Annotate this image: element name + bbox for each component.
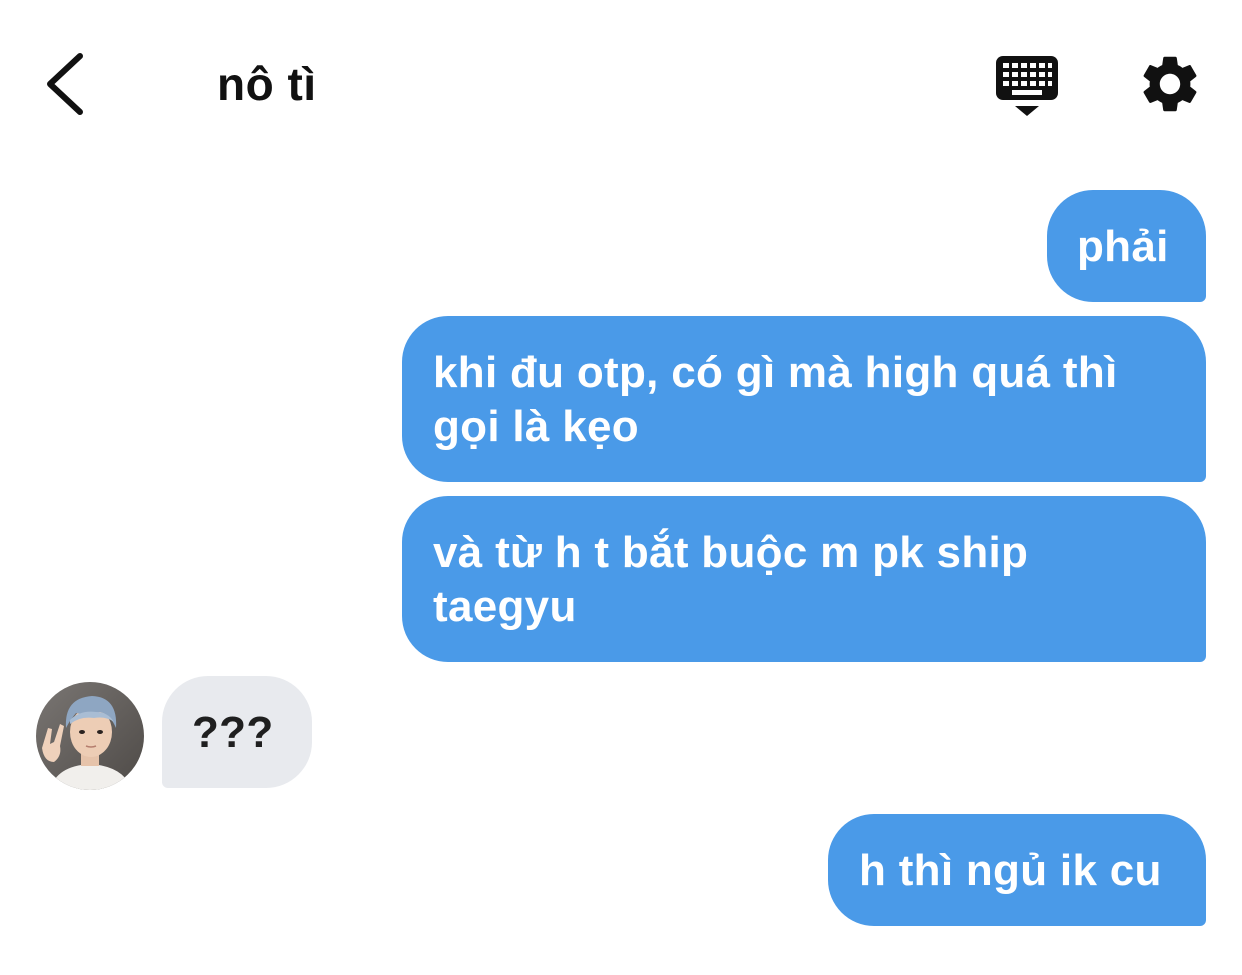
message-bubble-outgoing[interactable]: khi đu otp, có gì mà high quá thì gọi là… [402, 316, 1206, 482]
message-bubble-incoming[interactable]: ??? [162, 676, 312, 788]
keyboard-hide-icon [996, 56, 1058, 116]
back-button[interactable] [36, 48, 96, 120]
chat-title: nô tì [217, 58, 317, 110]
message-bubble-outgoing[interactable]: phải [1047, 190, 1206, 302]
chevron-left-icon [47, 53, 83, 115]
contact-avatar[interactable] [36, 682, 144, 790]
message-bubble-outgoing[interactable]: h thì ngủ ik cu [828, 814, 1206, 926]
keyboard-hide-button[interactable] [992, 52, 1062, 120]
settings-button[interactable] [1136, 50, 1204, 118]
chat-header: nô tì [0, 0, 1242, 170]
gear-icon [1143, 56, 1197, 112]
message-bubble-outgoing[interactable]: và từ h t bắt buộc m pk ship taegyu [402, 496, 1206, 662]
